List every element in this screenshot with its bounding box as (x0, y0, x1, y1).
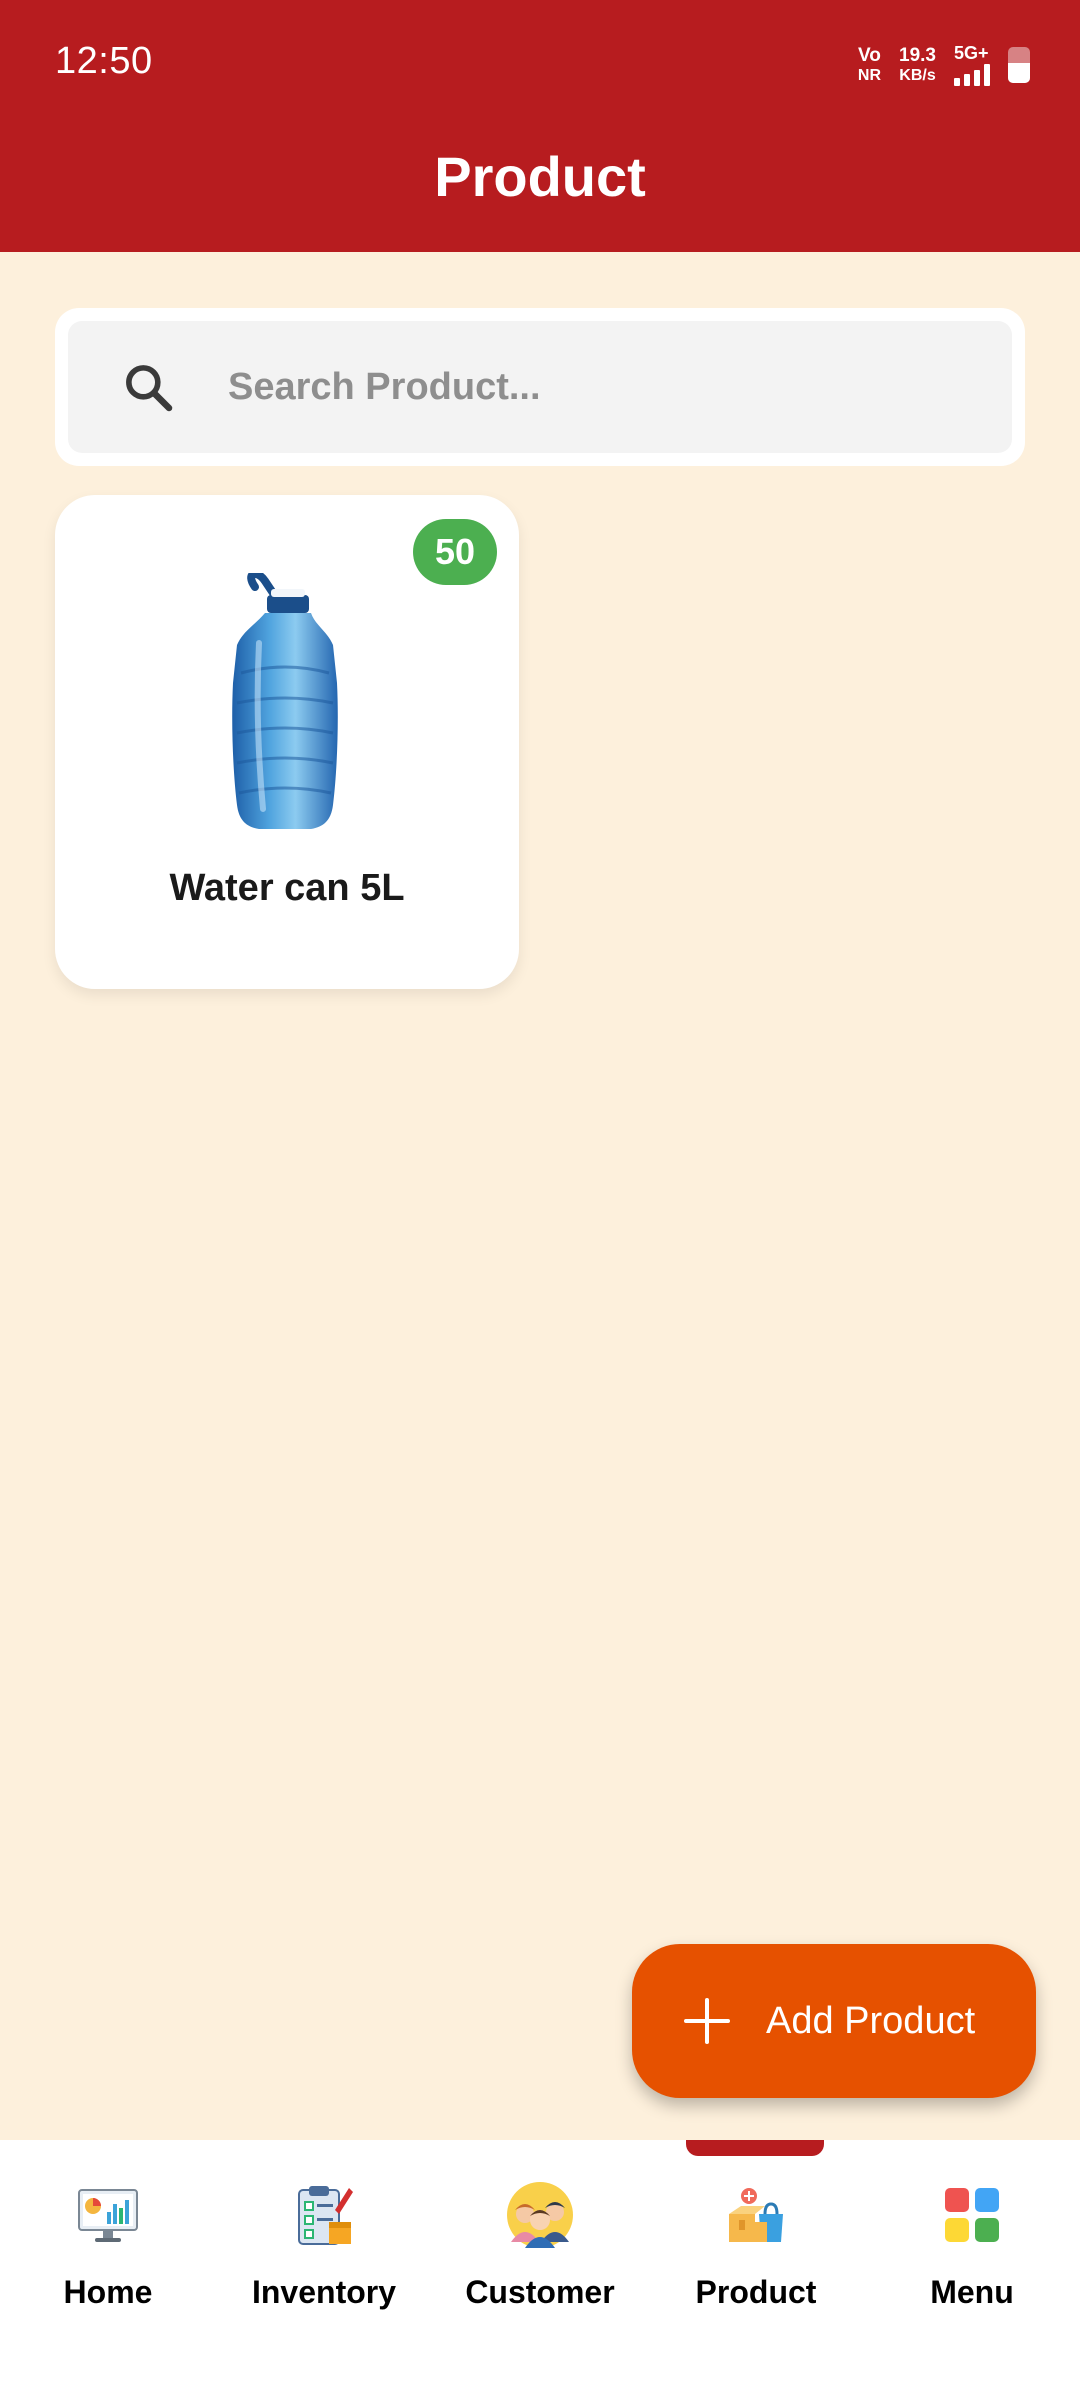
search-placeholder: Search Product... (228, 365, 541, 408)
battery-icon (1008, 47, 1030, 83)
speed-value: 19.3 (899, 45, 936, 66)
search-input[interactable]: Search Product... (68, 321, 1012, 453)
speed-unit: KB/s (899, 67, 936, 84)
product-name: Water can 5L (169, 867, 405, 909)
product-card[interactable]: 50 Water can 5L (55, 495, 519, 989)
status-time: 12:50 (55, 40, 153, 82)
home-dashboard-icon (78, 2189, 138, 2242)
menu-grid-icon (945, 2188, 999, 2242)
nav-item-product[interactable]: Product (648, 2180, 864, 2311)
search-icon (118, 357, 178, 417)
customer-people-icon (507, 2182, 573, 2248)
volte-indicator: Vo NR (858, 46, 881, 84)
plus-icon (684, 1998, 730, 2044)
add-product-button[interactable]: Add Product (632, 1944, 1036, 2098)
nav-label-product: Product (695, 2274, 817, 2310)
selected-tab-indicator (686, 2140, 824, 2156)
nav-item-menu[interactable]: Menu (864, 2180, 1080, 2311)
add-product-label: Add Product (766, 1999, 976, 2042)
volte-top: Vo (858, 45, 881, 66)
signal-bars-icon (954, 64, 990, 86)
app-bar: 12:50 Vo NR 19.3 KB/s 5G+ Product (0, 0, 1080, 252)
inventory-clipboard-icon (298, 2186, 353, 2245)
network-speed: 19.3 KB/s (899, 46, 936, 84)
volte-bottom: NR (857, 67, 882, 84)
signal-indicator: 5G+ (954, 44, 990, 86)
nav-label-inventory: Inventory (251, 2274, 397, 2310)
nav-label-menu: Menu (930, 2274, 1014, 2310)
nav-item-customer[interactable]: Customer (432, 2180, 648, 2311)
search-container: Search Product... (55, 308, 1025, 466)
status-icons: Vo NR 19.3 KB/s 5G+ (858, 44, 1030, 86)
nav-item-home[interactable]: Home (0, 2180, 216, 2311)
network-type: 5G+ (954, 43, 989, 63)
page-title: Product (434, 145, 646, 208)
bottom-navigation: Home Inventory Customer Product Menu (0, 2140, 1080, 2408)
nav-label-customer: Customer (465, 2274, 615, 2310)
water-can-image (215, 569, 355, 835)
nav-label-home: Home (63, 2274, 153, 2310)
product-box-icon (729, 2188, 783, 2242)
stock-badge: 50 (413, 519, 497, 585)
nav-item-inventory[interactable]: Inventory (216, 2180, 432, 2311)
